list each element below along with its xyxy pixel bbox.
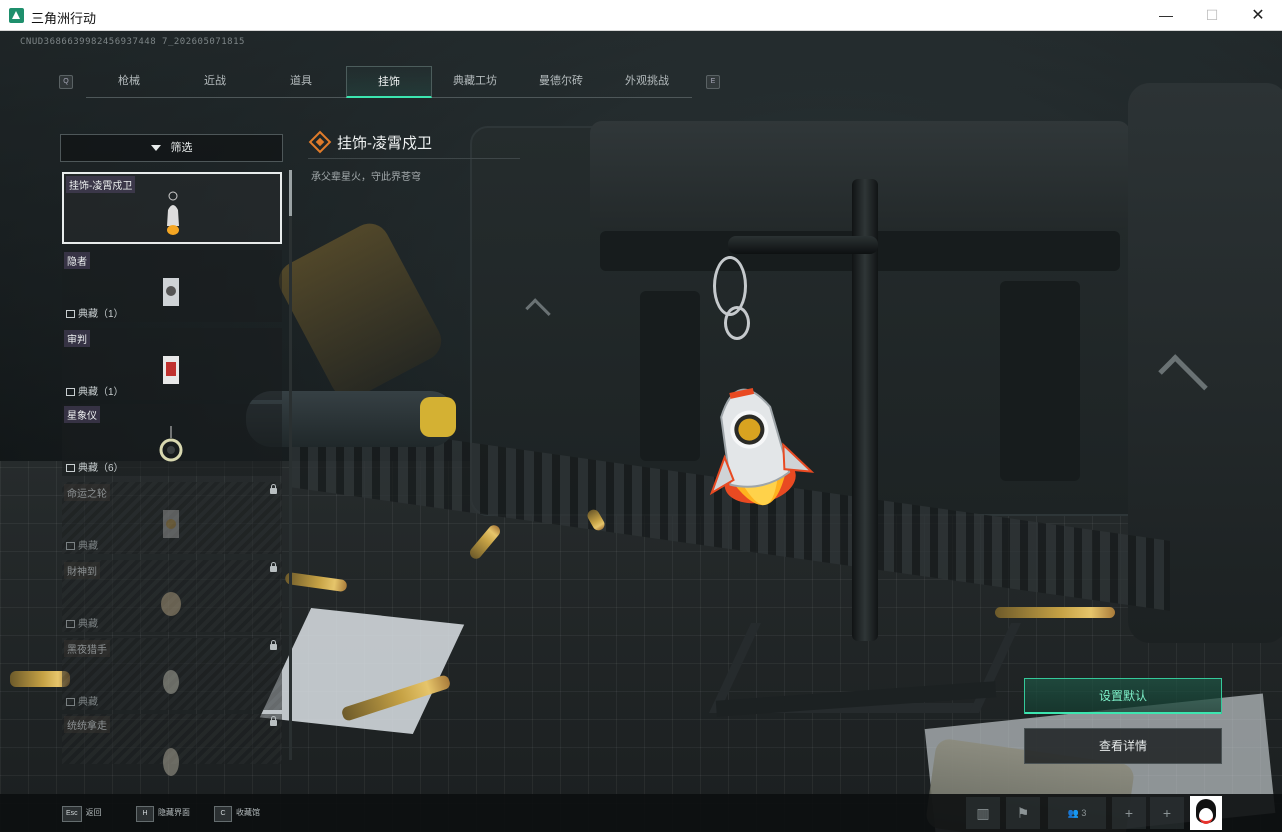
list-item[interactable]: 命运之轮 典藏: [62, 482, 282, 554]
app-logo-icon: [9, 8, 24, 23]
window-title: 三角洲行动: [31, 11, 97, 26]
h-key: H: [136, 806, 154, 822]
tab-melee[interactable]: 近战: [172, 66, 258, 98]
tab-mandel-brick[interactable]: 曼德尔砖: [518, 66, 604, 98]
list-item[interactable]: 黑夜猎手 典藏: [62, 638, 282, 710]
item-count: 典藏: [78, 697, 98, 708]
charm-thumbnail: [163, 670, 179, 694]
party-count: 3: [1081, 808, 1087, 818]
item-name: 星象仪: [64, 406, 100, 423]
image-icon: [66, 698, 75, 706]
close-button[interactable]: ✕: [1235, 0, 1281, 31]
charm-thumbnail: [163, 356, 179, 384]
item-count: 典藏: [78, 619, 98, 630]
item-name: 挂饰-凌霄戍卫: [66, 176, 136, 193]
item-count: 典藏（6）: [78, 463, 124, 474]
category-tabs: 枪械 近战 道具 挂饰 典藏工坊 曼德尔砖 外观挑战: [86, 66, 692, 98]
minimize-button[interactable]: —: [1143, 0, 1189, 31]
item-name: 隐者: [64, 252, 90, 269]
c-key: C: [214, 806, 232, 822]
item-name: 財神到: [64, 562, 100, 579]
add-member-button-2[interactable]: +: [1150, 797, 1184, 829]
bullet: [10, 671, 70, 687]
add-member-button[interactable]: +: [1112, 797, 1146, 829]
item-name: 命运之轮: [64, 484, 110, 501]
tab-prev-key[interactable]: Q: [59, 75, 73, 89]
item-name: 黑夜猎手: [64, 640, 110, 657]
divider: [308, 158, 520, 159]
party-members[interactable]: 👥 3: [1048, 797, 1106, 829]
hint-collection[interactable]: C 收藏馆: [214, 806, 260, 822]
maximize-button[interactable]: ☐: [1189, 0, 1235, 31]
tab-next-key[interactable]: E: [706, 75, 720, 89]
list-item[interactable]: 隐者 典藏（1）: [62, 250, 282, 322]
image-icon: [66, 388, 75, 396]
filter-icon: [150, 145, 161, 152]
charm-thumbnail: [167, 191, 179, 235]
item-count: 典藏（1）: [78, 309, 124, 320]
item-count: 典藏: [78, 541, 98, 552]
list-item[interactable]: 审判 典藏（1）: [62, 328, 282, 400]
bullet: [995, 607, 1115, 618]
list-scroll-thumb[interactable]: [289, 170, 292, 216]
charm-thumbnail: [163, 278, 179, 306]
tab-collection-workshop[interactable]: 典藏工坊: [432, 66, 518, 98]
game-window: 三角洲行动 — ☐ ✕ CNUD3686639982456937448 7_20…: [0, 0, 1282, 832]
hint-back[interactable]: Esc 返回: [62, 806, 102, 822]
avatar[interactable]: [1190, 796, 1222, 830]
lock-icon: [270, 716, 277, 726]
item-count: 典藏（1）: [78, 387, 124, 398]
image-icon: [66, 464, 75, 472]
item-description: 承父辈星火，守此界苍穹: [311, 172, 421, 183]
lock-icon: [270, 562, 277, 572]
charm-thumbnail: [161, 592, 181, 616]
title-bar: 三角洲行动 — ☐ ✕: [0, 0, 1282, 31]
filter-label: 筛选: [170, 142, 193, 154]
esc-key: Esc: [62, 806, 82, 822]
view-details-button[interactable]: 查看详情: [1024, 728, 1222, 764]
build-id: CNUD3686639982456937448 7_202605071815: [20, 37, 245, 47]
image-icon: [66, 542, 75, 550]
flag-icon[interactable]: ⚑: [1006, 797, 1040, 829]
item-name: 统统拿走: [64, 716, 110, 733]
stats-icon[interactable]: ▥: [966, 797, 1000, 829]
filter-button[interactable]: 筛选: [60, 134, 283, 162]
set-default-button[interactable]: 设置默认: [1024, 678, 1222, 714]
item-name: 审判: [64, 330, 90, 347]
tab-charms[interactable]: 挂饰: [346, 66, 432, 98]
tab-props[interactable]: 道具: [258, 66, 344, 98]
hint-hide-ui[interactable]: H 隐藏界面: [136, 806, 190, 822]
list-item[interactable]: 挂饰-凌霄戍卫: [62, 172, 282, 244]
charm-thumbnail: [159, 426, 183, 462]
charm-thumbnail: [163, 510, 179, 538]
item-title: 挂饰-凌霄戍卫: [337, 135, 432, 152]
lock-icon: [270, 640, 277, 650]
list-item[interactable]: 星象仪 典藏（6）: [62, 404, 282, 476]
tab-guns[interactable]: 枪械: [86, 66, 172, 98]
list-item[interactable]: 统统拿走: [62, 714, 282, 776]
charm-thumbnail: [163, 748, 179, 776]
list-item[interactable]: 財神到 典藏: [62, 560, 282, 632]
list-scrollbar[interactable]: [289, 170, 292, 760]
tab-appearance-challenge[interactable]: 外观挑战: [604, 66, 690, 98]
lock-icon: [270, 484, 277, 494]
image-icon: [66, 620, 75, 628]
image-icon: [66, 310, 75, 318]
people-icon: 👥: [1067, 808, 1079, 818]
display-stand-arm: [728, 236, 878, 254]
